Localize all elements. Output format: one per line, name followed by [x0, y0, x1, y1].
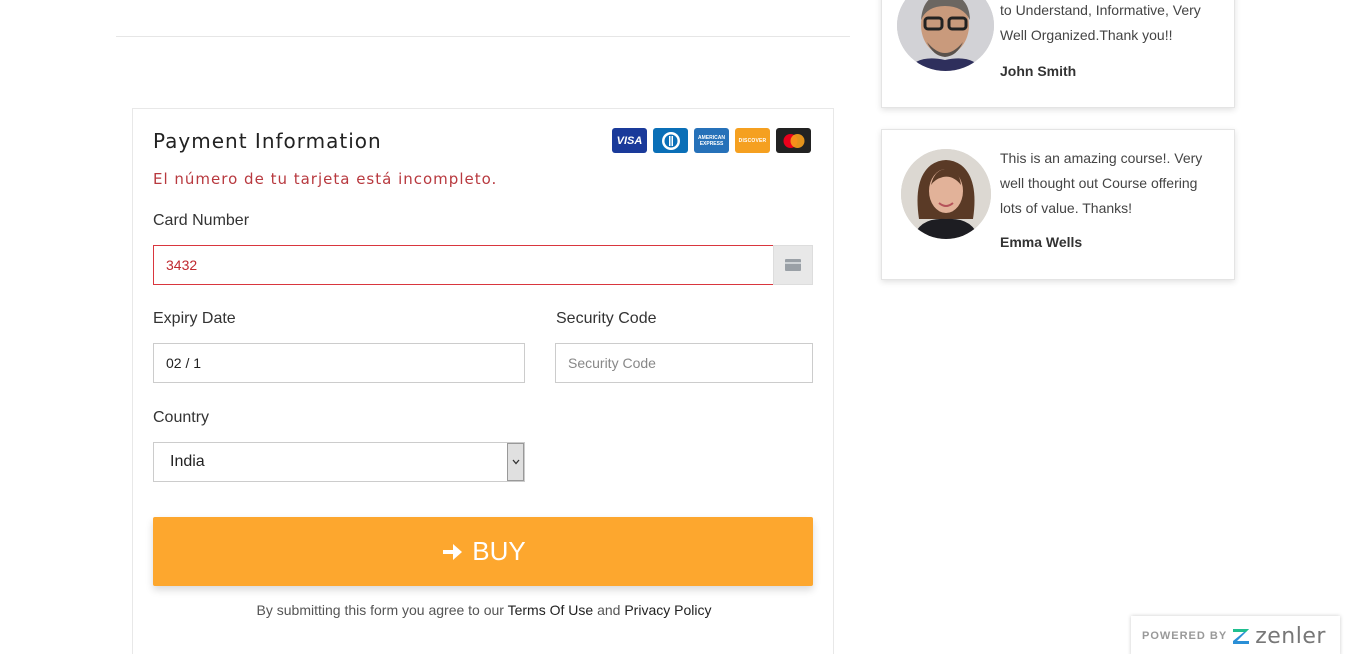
privacy-policy-link[interactable]: Privacy Policy [624, 602, 711, 618]
discover-logo: DISCOVER [735, 128, 770, 153]
amex-logo: AMERICAN EXPRESS [694, 128, 729, 153]
card-error-message: El número de tu tarjeta está incompleto. [153, 170, 498, 188]
expiry-date-label: Expiry Date [153, 310, 236, 327]
zenler-brand: zenler [1255, 623, 1326, 649]
expiry-date-input[interactable]: 02 / 1 [153, 343, 525, 383]
payment-form: Payment Information VISA AMERICAN EXPRES… [132, 108, 834, 654]
diners-club-logo [653, 128, 688, 153]
powered-by-label: POWERED BY [1142, 630, 1228, 642]
top-divider [116, 36, 850, 37]
terms-prefix: By submitting this form you agree to our [256, 602, 504, 618]
testimonial-quote: to Understand, Informative, Very Well Or… [1000, 2, 1201, 43]
arrow-right-icon [443, 543, 463, 560]
credit-card-icon [773, 245, 813, 285]
avatar [901, 149, 991, 239]
payment-title: Payment Information [153, 129, 382, 153]
testimonial-card: This is an amazing course!. Very well th… [881, 129, 1235, 280]
testimonial-author: John Smith [1000, 63, 1077, 79]
country-label: Country [153, 409, 210, 426]
visa-logo: VISA [612, 128, 647, 153]
zenler-logo-icon [1233, 629, 1250, 644]
testimonial-author: Emma Wells [1000, 234, 1083, 250]
country-select-value: India [170, 453, 205, 470]
country-select[interactable]: India [153, 442, 525, 482]
terms-and: and [597, 602, 621, 618]
security-code-label: Security Code [556, 310, 657, 327]
chevron-down-icon[interactable] [507, 443, 524, 481]
testimonial-card: to Understand, Informative, Very Well Or… [881, 0, 1235, 108]
card-number-label: Card Number [153, 212, 250, 229]
terms-of-use-link[interactable]: Terms Of Use [508, 602, 594, 618]
testimonial-quote: This is an amazing course!. Very well th… [1000, 150, 1203, 216]
card-number-input[interactable]: 3432 [153, 245, 774, 285]
powered-by-badge[interactable]: POWERED BY zenler [1131, 616, 1340, 654]
avatar [897, 0, 994, 71]
buy-button[interactable]: BUY [153, 517, 813, 586]
mastercard-logo [776, 128, 811, 153]
buy-button-label: BUY [472, 536, 526, 566]
terms-notice: By submitting this form you agree to our… [133, 602, 835, 618]
accepted-cards: VISA AMERICAN EXPRESS DISCOVER [612, 128, 811, 153]
security-code-input[interactable]: Security Code [555, 343, 813, 383]
